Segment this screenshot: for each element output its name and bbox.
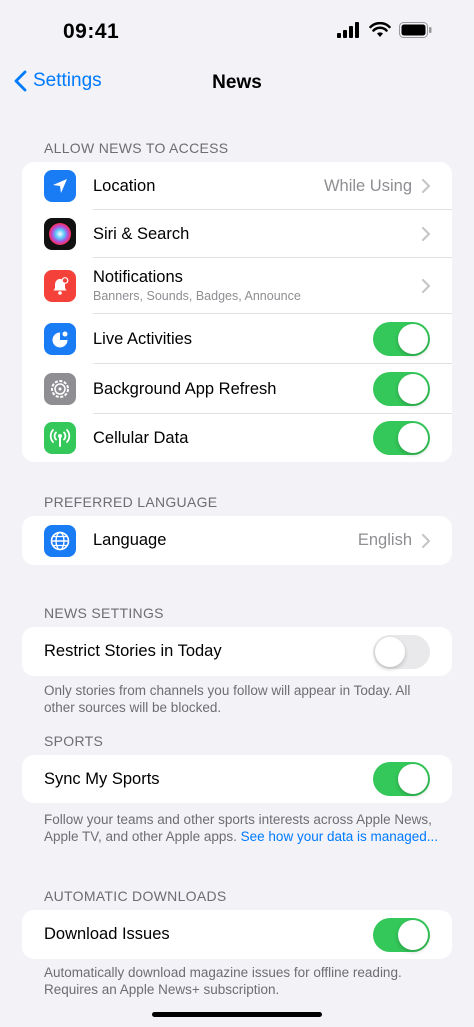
location-label: Location (93, 176, 156, 195)
chevron-right-icon (422, 279, 430, 293)
background-refresh-toggle[interactable] (373, 372, 430, 406)
restrict-stories-label: Restrict Stories in Today (44, 642, 222, 660)
download-issues-toggle[interactable] (373, 917, 430, 952)
language-row[interactable]: Language English (22, 516, 452, 565)
status-bar: 09:41 (0, 0, 474, 62)
section-header-news-settings: NEWS SETTINGS (44, 605, 164, 621)
language-label: Language (93, 531, 167, 549)
language-value: English (357, 531, 412, 549)
location-arrow-icon (44, 170, 76, 202)
live-activities-icon (44, 323, 76, 355)
notifications-sublabel: Banners, Sounds, Badges, Announce (93, 289, 301, 303)
nav-bar: Settings News (0, 62, 474, 106)
siri-label: Siri & Search (93, 224, 190, 243)
sports-group: Sync My Sports (22, 755, 452, 803)
news-settings-footer: Only stories from channels you follow wi… (44, 683, 411, 715)
cellular-signal-icon (337, 22, 359, 38)
chevron-right-icon (422, 533, 430, 548)
antenna-icon (44, 422, 76, 454)
language-group: Language English (22, 516, 452, 565)
notifications-row[interactable]: Notifications Banners, Sounds, Badges, A… (22, 258, 452, 314)
downloads-footer: Automatically download magazine issues f… (44, 965, 402, 997)
page-title: News (212, 72, 262, 93)
section-header-sports: SPORTS (44, 733, 104, 749)
status-time: 09:41 (63, 20, 120, 43)
chevron-right-icon (422, 179, 430, 193)
wifi-icon (369, 22, 391, 37)
sync-sports-toggle[interactable] (373, 762, 430, 796)
download-issues-row: Download Issues (22, 910, 452, 959)
globe-icon (44, 524, 76, 557)
data-managed-link[interactable]: See how your data is managed... (241, 829, 438, 844)
section-header-language: PREFERRED LANGUAGE (44, 494, 218, 510)
home-indicator (152, 1012, 322, 1017)
background-refresh-label: Background App Refresh (93, 379, 277, 398)
gear-icon (44, 373, 76, 405)
sports-footer: Follow your teams and other sports inter… (44, 811, 444, 845)
news-settings-group: Restrict Stories in Today (22, 627, 452, 676)
cellular-toggle[interactable] (373, 421, 430, 455)
restrict-stories-toggle[interactable] (373, 634, 430, 669)
battery-icon (399, 22, 432, 38)
cellular-data-row: Cellular Data (22, 414, 452, 462)
siri-search-row[interactable]: Siri & Search (22, 210, 452, 258)
sync-sports-row: Sync My Sports (22, 755, 452, 803)
sync-sports-label: Sync My Sports (44, 769, 160, 788)
chevron-right-icon (422, 227, 430, 241)
live-activities-label: Live Activities (93, 329, 193, 348)
download-issues-label: Download Issues (44, 925, 170, 943)
access-group: Location While Using Siri & Search Notif… (22, 162, 452, 462)
live-activities-row: Live Activities (22, 314, 452, 364)
background-refresh-row: Background App Refresh (22, 364, 452, 414)
location-value: While Using (323, 176, 412, 195)
location-row[interactable]: Location While Using (22, 162, 452, 210)
restrict-stories-row: Restrict Stories in Today (22, 627, 452, 676)
notifications-label: Notifications (93, 268, 183, 286)
live-activities-toggle[interactable] (373, 322, 430, 356)
siri-icon (44, 218, 76, 250)
cellular-label: Cellular Data (93, 428, 189, 447)
section-header-access: ALLOW NEWS TO ACCESS (44, 140, 229, 156)
section-header-downloads: AUTOMATIC DOWNLOADS (44, 888, 227, 904)
downloads-group: Download Issues (22, 910, 452, 959)
status-icons (337, 22, 432, 38)
bell-icon (44, 270, 76, 302)
